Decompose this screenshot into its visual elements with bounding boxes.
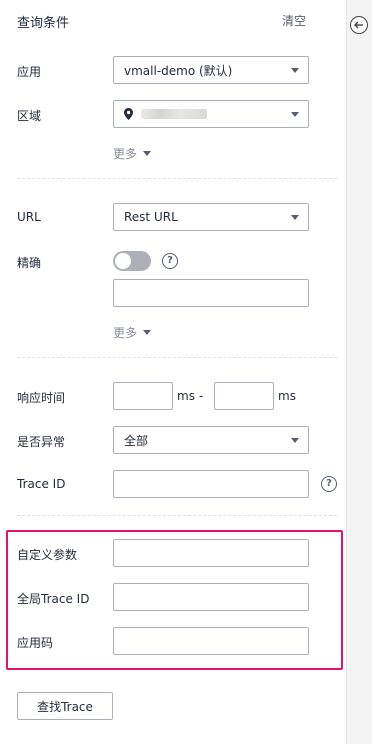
trace-id-label: Trace ID [17, 477, 66, 491]
panel-title: 查询条件 [17, 16, 70, 31]
clear-button[interactable]: 清空 [282, 12, 306, 29]
chevron-down-icon [291, 68, 299, 73]
query-panel: 查询条件 清空 应用 vmall-demo (默认) 区域 更多 URL Res… [0, 0, 346, 744]
app-label: 应用 [17, 65, 42, 79]
side-rail [346, 0, 372, 744]
caret-down-icon [143, 151, 152, 156]
url-select-value: Rest URL [124, 210, 178, 224]
divider [17, 357, 337, 358]
global-trace-id-input[interactable] [113, 583, 309, 611]
response-time-min-input[interactable] [113, 382, 173, 410]
app-code-input[interactable] [113, 627, 309, 655]
chevron-down-icon [291, 112, 299, 117]
response-time-max-input[interactable] [214, 382, 274, 410]
location-pin-icon [124, 108, 133, 120]
find-trace-button[interactable]: 查找Trace [17, 692, 113, 720]
global-trace-id-label: 全局Trace ID [17, 592, 90, 606]
region-select[interactable] [113, 100, 309, 128]
more-label: 更多 [113, 147, 138, 161]
app-select[interactable]: vmall-demo (默认) [113, 56, 309, 84]
url-label: URL [17, 210, 41, 224]
range-separator: - [199, 389, 204, 403]
chevron-down-icon [291, 215, 299, 220]
divider [17, 178, 337, 179]
more-label: 更多 [113, 326, 138, 340]
trace-id-input[interactable] [113, 470, 309, 498]
custom-param-input[interactable] [113, 539, 309, 567]
app-select-value: vmall-demo (默认) [124, 63, 233, 78]
caret-down-icon [143, 330, 152, 335]
chevron-down-icon [291, 438, 299, 443]
arrow-left-icon [354, 21, 363, 29]
abnormal-select[interactable]: 全部 [113, 426, 309, 454]
divider [17, 515, 337, 516]
ms-unit-label: ms [278, 389, 296, 403]
toggle-knob [115, 253, 131, 269]
help-icon[interactable]: ? [321, 476, 337, 492]
exact-toggle[interactable] [113, 251, 151, 271]
url-input[interactable] [113, 279, 309, 307]
response-time-label: 响应时间 [17, 391, 66, 405]
region-label: 区域 [17, 109, 42, 123]
url-select[interactable]: Rest URL [113, 203, 309, 231]
app-code-label: 应用码 [17, 636, 54, 650]
more-toggle-2[interactable]: 更多 [113, 324, 152, 341]
ms-unit-label: ms [177, 389, 195, 403]
abnormal-label: 是否异常 [17, 435, 66, 449]
exact-label: 精确 [17, 256, 42, 270]
collapse-panel-button[interactable] [350, 16, 368, 34]
abnormal-select-value: 全部 [124, 433, 149, 448]
custom-param-label: 自定义参数 [17, 548, 78, 562]
help-icon[interactable]: ? [162, 253, 178, 269]
region-value-redacted [141, 109, 207, 119]
more-toggle[interactable]: 更多 [113, 145, 152, 162]
